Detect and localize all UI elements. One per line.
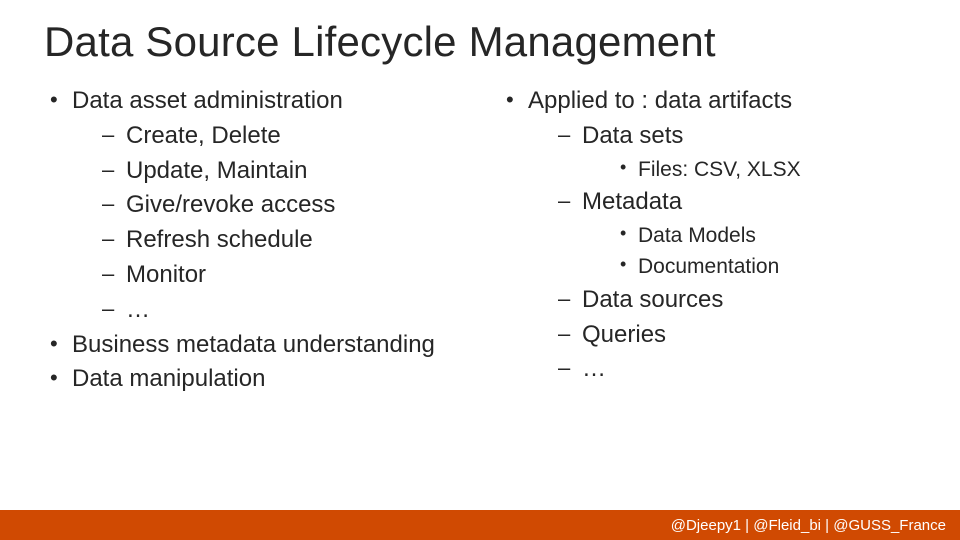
slide: Data Source Lifecycle Management Data as… [0, 0, 960, 540]
list-item: Data asset administration Create, Delete… [44, 84, 460, 328]
list-text: Documentation [638, 255, 779, 278]
list-text: Create, Delete [126, 122, 281, 149]
list-text: Metadata [582, 188, 682, 215]
list-text: … [582, 355, 606, 382]
list-text: Give/revoke access [126, 191, 335, 218]
list-item: Create, Delete [96, 119, 460, 154]
list-item: … [96, 293, 460, 328]
footer-bar: @Djeepy1 | @Fleid_bi | @GUSS_France [0, 510, 960, 540]
list-item: Data manipulation [44, 362, 460, 397]
list-item: Queries [552, 318, 916, 353]
list-text: Refresh schedule [126, 226, 313, 253]
list-text: Business metadata understanding [72, 331, 435, 358]
list-text: … [126, 296, 150, 323]
list-text: Files: CSV, XLSX [638, 158, 801, 181]
left-column: Data asset administration Create, Delete… [44, 84, 460, 397]
list-item: … [552, 352, 916, 387]
list-item: Update, Maintain [96, 154, 460, 189]
list-text: Applied to : data artifacts [528, 87, 792, 114]
list-item: Monitor [96, 258, 460, 293]
right-column: Applied to : data artifacts Data sets Fi… [500, 84, 916, 397]
list-item: Files: CSV, XLSX [612, 154, 916, 186]
list-text: Queries [582, 321, 666, 348]
list-item: Data Models [612, 220, 916, 252]
list-item: Applied to : data artifacts Data sets Fi… [500, 84, 916, 387]
footer-text: @Djeepy1 | @Fleid_bi | @GUSS_France [671, 517, 946, 534]
list-text: Data sets [582, 122, 683, 149]
list-item: Documentation [612, 251, 916, 283]
list-item: Metadata Data Models Documentation [552, 185, 916, 283]
list-item: Give/revoke access [96, 188, 460, 223]
list-item: Refresh schedule [96, 223, 460, 258]
list-text: Data Models [638, 224, 756, 247]
list-text: Data sources [582, 286, 723, 313]
list-item: Data sets Files: CSV, XLSX [552, 119, 916, 185]
list-item: Business metadata understanding [44, 328, 460, 363]
list-text: Data manipulation [72, 365, 265, 392]
list-text: Update, Maintain [126, 157, 307, 184]
content-columns: Data asset administration Create, Delete… [44, 84, 916, 397]
list-item: Data sources [552, 283, 916, 318]
slide-title: Data Source Lifecycle Management [44, 18, 916, 66]
list-text: Monitor [126, 261, 206, 288]
list-text: Data asset administration [72, 87, 343, 114]
